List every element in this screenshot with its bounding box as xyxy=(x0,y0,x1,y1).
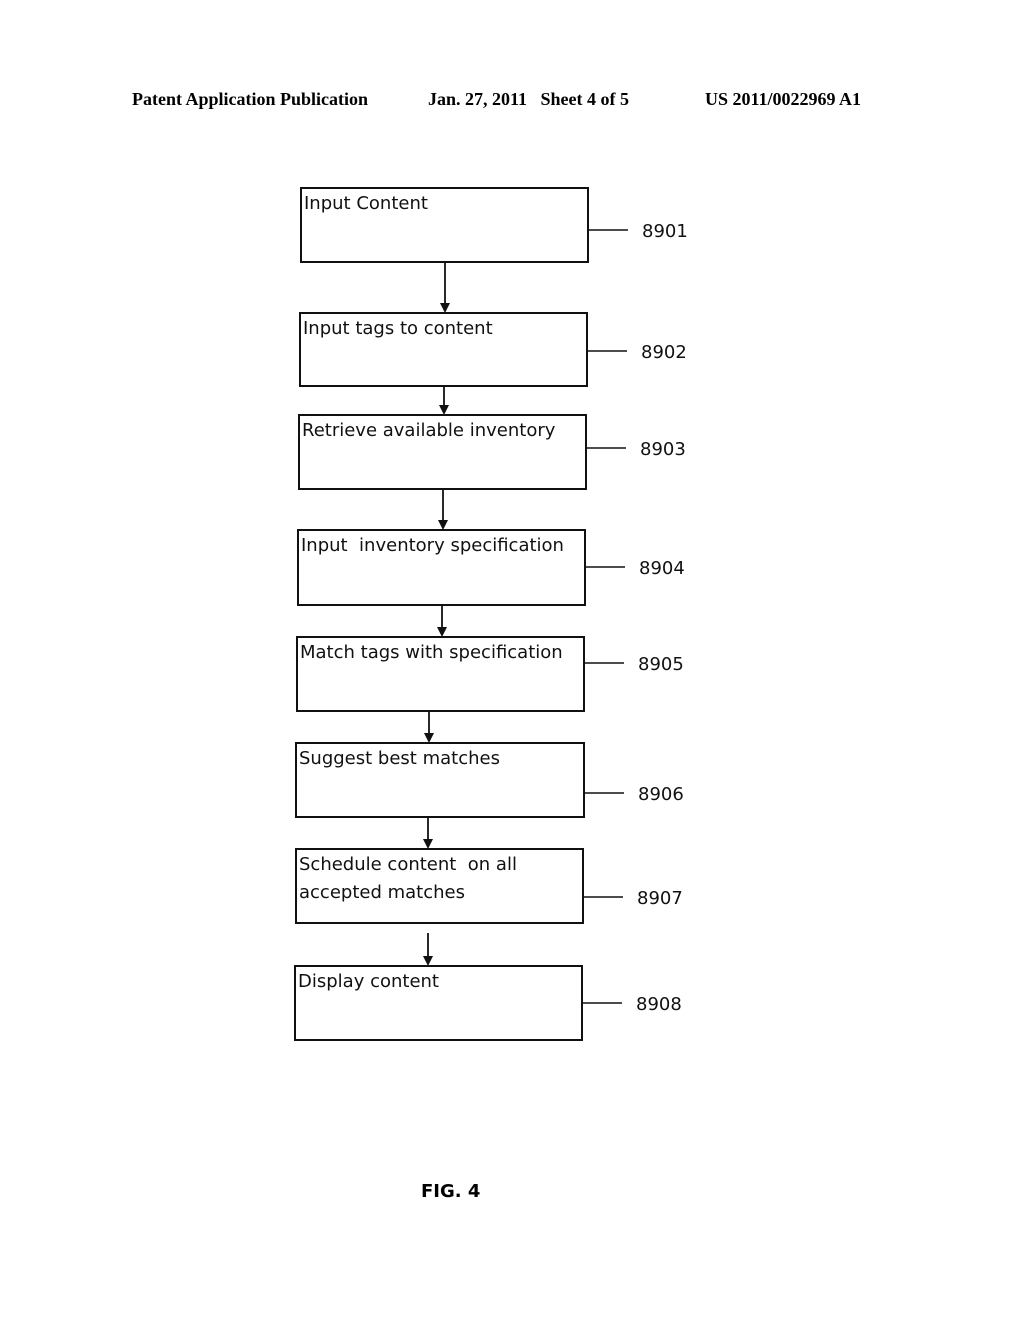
step-label-8906: Suggest best matches xyxy=(299,748,500,769)
ref-numeral-8906: 8906 xyxy=(638,784,684,805)
step-label-8904: Input inventory specification xyxy=(301,535,564,556)
ref-numeral-8907: 8907 xyxy=(637,888,683,909)
arrowhead-icon xyxy=(423,839,433,849)
arrowhead-icon xyxy=(438,520,448,530)
arrowhead-icon xyxy=(439,405,449,415)
ref-numeral-8904: 8904 xyxy=(639,558,685,579)
step-label-8901: Input Content xyxy=(304,193,428,214)
figure-label: FIG. 4 xyxy=(421,1181,481,1202)
step-label-8908: Display content xyxy=(298,971,439,992)
arrowhead-icon xyxy=(437,627,447,637)
ref-numeral-8901: 8901 xyxy=(642,221,688,242)
step-label-8903: Retrieve available inventory xyxy=(302,420,556,441)
flowchart: Input Content 8901 Input tags to content 89… xyxy=(294,187,688,1041)
arrowhead-icon xyxy=(440,303,450,313)
step-label-8907: accepted matches xyxy=(299,882,465,903)
step-label-8905: Match tags with specification xyxy=(300,642,563,663)
ref-numeral-8902: 8902 xyxy=(641,342,687,363)
arrowhead-icon xyxy=(424,733,434,743)
ref-numeral-8908: 8908 xyxy=(636,994,682,1015)
ref-numeral-8903: 8903 xyxy=(640,439,686,460)
arrowhead-icon xyxy=(423,956,433,966)
ref-numeral-8905: 8905 xyxy=(638,654,684,675)
step-label-8902: Input tags to content xyxy=(303,318,493,339)
step-label-8907: Schedule content on all xyxy=(299,854,517,875)
